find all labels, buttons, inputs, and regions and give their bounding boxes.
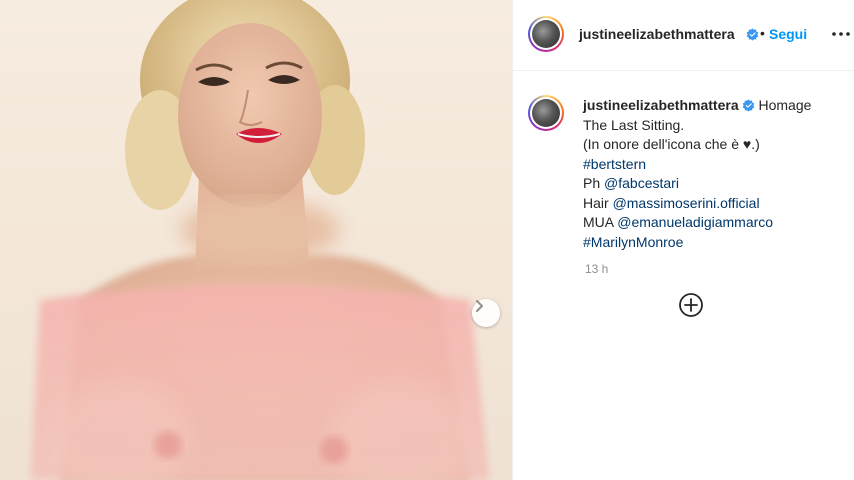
mention-link[interactable]: @massimoserini.official xyxy=(613,195,760,211)
caption-line: (In onore dell'icona che è ♥.) xyxy=(583,136,760,152)
post-photo[interactable] xyxy=(0,0,512,480)
caption-line: The Last Sitting. xyxy=(583,116,685,133)
mention-link[interactable]: @fabcestari xyxy=(604,175,679,191)
more-options-icon[interactable] xyxy=(831,24,851,44)
avatar[interactable] xyxy=(528,16,564,52)
hashtag-link[interactable]: #bertstern xyxy=(583,156,646,172)
caption-username[interactable]: justineelizabethmattera xyxy=(583,97,739,113)
post-side-panel: justineelizabethmattera • Segui justinee… xyxy=(512,0,854,480)
header-username[interactable]: justineelizabethmattera xyxy=(579,26,735,42)
mention-link[interactable]: @emanueladigiammarco xyxy=(617,214,773,230)
chevron-right-icon xyxy=(476,300,483,312)
post-header: justineelizabethmattera • Segui xyxy=(513,0,854,71)
verified-badge-icon xyxy=(742,99,754,112)
plus-circle-icon[interactable] xyxy=(678,292,704,318)
next-image-button[interactable] xyxy=(472,299,500,327)
caption-first-text: Homage xyxy=(758,97,812,113)
caption-prefix: Hair xyxy=(583,194,613,211)
follow-button[interactable]: Segui xyxy=(769,26,807,42)
hashtag-link[interactable]: #MarilynMonroe xyxy=(583,234,683,250)
caption-text: justineelizabethmattera Homage The Last … xyxy=(583,96,843,252)
separator-dot: • xyxy=(760,25,765,41)
post-timestamp[interactable]: 13 h xyxy=(585,262,608,276)
avatar[interactable] xyxy=(528,95,564,131)
caption-prefix: MUA xyxy=(583,214,618,230)
verified-badge-icon xyxy=(743,26,759,44)
caption-prefix: Ph xyxy=(583,175,605,191)
post-image xyxy=(30,0,490,480)
